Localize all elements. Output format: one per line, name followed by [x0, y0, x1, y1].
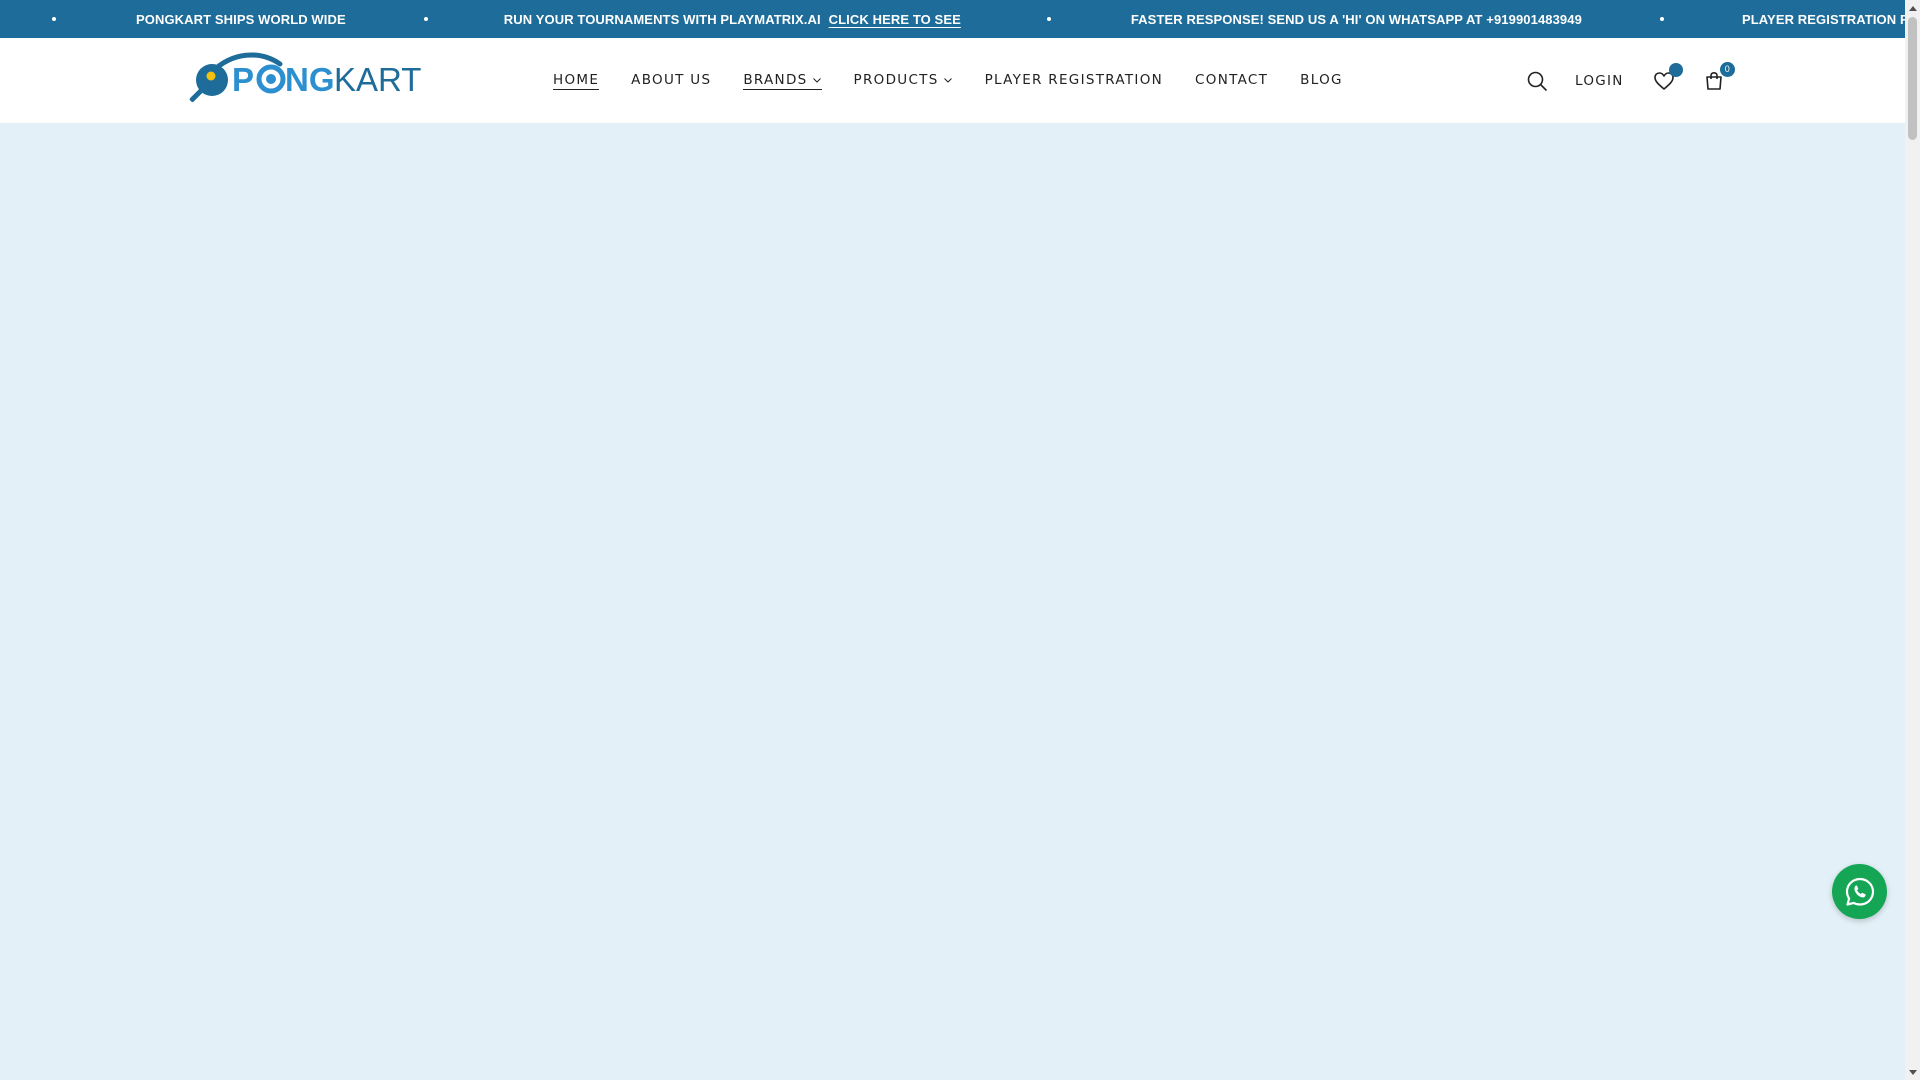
nav-player-registration-label: PLAYER REGISTRATION	[984, 71, 1164, 88]
search-button[interactable]	[1523, 67, 1551, 95]
nav-products[interactable]: PRODUCTS	[854, 72, 953, 90]
wishlist-badge	[1668, 62, 1683, 77]
header-actions: LOGIN 0	[1523, 38, 1735, 123]
announcement-text: PLAYER REGISTRATION FOR DISCO	[1741, 11, 1905, 27]
pongkart-logo[interactable]: P NG KART	[182, 50, 432, 112]
announcement-track: PONGKART SHIPS WORLD WIDE RUN YOUR TOURN…	[0, 0, 1905, 38]
arrow-down-icon	[1908, 1069, 1917, 1075]
announcement-bar: PONGKART SHIPS WORLD WIDE RUN YOUR TOURN…	[0, 0, 1905, 38]
scrollbar-thumb[interactable]	[1908, 17, 1917, 140]
logo-graphic: P NG KART	[189, 52, 421, 102]
nav-blog[interactable]: BLOG	[1300, 72, 1343, 90]
main-content	[0, 123, 1905, 1080]
cart-count-badge: 0	[1719, 61, 1735, 77]
chevron-down-icon	[812, 77, 821, 83]
nav-brands-label: BRANDS	[743, 71, 808, 88]
cart-button[interactable]: 0	[1700, 61, 1735, 95]
nav-blog-label: BLOG	[1300, 71, 1343, 88]
scroll-up-arrow[interactable]	[1905, 0, 1920, 15]
main-nav: HOME ABOUT US BRANDS PRODUCTS PLAYER REG…	[553, 38, 1375, 123]
separator-dot	[1046, 17, 1051, 21]
announcement-text: FASTER RESPONSE! SEND US A 'HI' ON WHATS…	[1130, 11, 1582, 27]
separator-dot	[52, 17, 56, 21]
separator-dot	[423, 17, 428, 21]
logo-text-kart: KART	[334, 61, 421, 98]
nav-home-label: HOME	[553, 71, 600, 88]
chevron-down-icon	[943, 77, 952, 83]
nav-player-registration[interactable]: PLAYER REGISTRATION	[985, 72, 1163, 90]
whatsapp-button[interactable]	[1832, 864, 1887, 919]
nav-brands[interactable]: BRANDS	[743, 71, 822, 90]
scroll-down-arrow[interactable]	[1905, 1065, 1920, 1080]
announcement-text: RUN YOUR TOURNAMENTS WITH PLAYMATRIX.AI	[503, 11, 821, 27]
nav-about[interactable]: ABOUT US	[631, 72, 711, 90]
announcement-link[interactable]: CLICK HERE TO SEE	[829, 12, 961, 27]
search-icon	[1527, 71, 1547, 91]
nav-contact[interactable]: CONTACT	[1195, 72, 1268, 90]
nav-products-label: PRODUCTS	[853, 71, 939, 88]
separator-dot	[1659, 17, 1664, 21]
nav-home[interactable]: HOME	[553, 71, 600, 90]
page-scrollbar[interactable]	[1905, 0, 1920, 1080]
arrow-up-icon	[1908, 5, 1917, 11]
wishlist-button[interactable]	[1650, 62, 1683, 95]
whatsapp-icon	[1845, 877, 1874, 906]
logo-text-p: P	[232, 61, 254, 98]
nav-contact-label: CONTACT	[1195, 71, 1269, 88]
login-link[interactable]: LOGIN	[1575, 73, 1624, 89]
announcement-text: PONGKART SHIPS WORLD WIDE	[136, 11, 346, 27]
logo-text-ng: NG	[285, 61, 335, 98]
nav-about-label: ABOUT US	[631, 71, 712, 88]
site-header: P NG KART HOME ABOUT US BRANDS PRODUCTS …	[0, 38, 1905, 123]
